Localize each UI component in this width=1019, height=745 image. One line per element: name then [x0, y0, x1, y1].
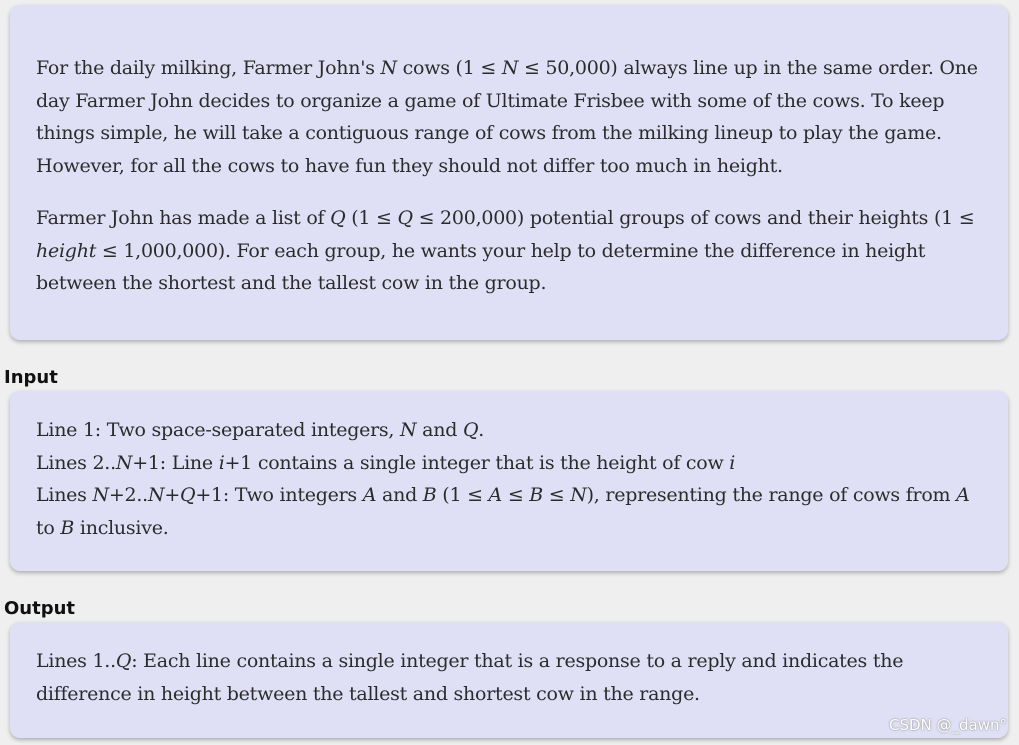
description-paragraph-2: Farmer John has made a list of Q (1 ≤ Q …: [36, 207, 975, 294]
output-heading: Output: [4, 598, 76, 619]
input-line-2: Lines 2..N+1: Line i+1 contains a single…: [36, 451, 736, 474]
description-paragraph-1: For the daily milking, Farmer John's N c…: [36, 57, 978, 177]
input-heading: Input: [4, 367, 58, 388]
input-panel: Line 1: Two space-separated integers, N …: [10, 391, 1008, 571]
output-line-1: Lines 1..Q: Each line contains a single …: [36, 650, 904, 705]
input-line-1: Line 1: Two space-separated integers, N …: [36, 419, 485, 441]
output-panel: Lines 1..Q: Each line contains a single …: [10, 622, 1008, 738]
csdn-watermark: CSDN @_dawn°: [888, 716, 1007, 734]
input-line-3: Lines N+2..N+Q+1: Two integers A and B (…: [36, 484, 970, 539]
problem-description-panel: For the daily milking, Farmer John's N c…: [10, 5, 1008, 340]
